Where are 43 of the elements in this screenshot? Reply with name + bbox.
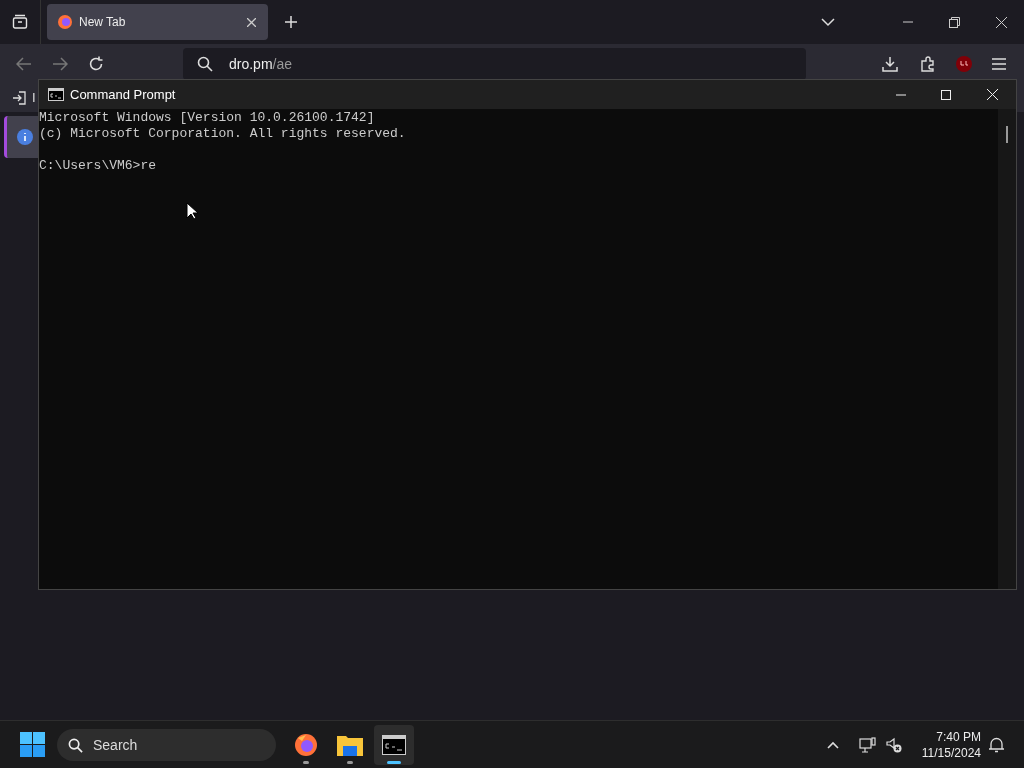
clock-time[interactable]: 7:40 PM — [936, 728, 981, 745]
forward-icon[interactable] — [52, 57, 68, 71]
window-title: Command Prompt — [70, 85, 176, 104]
taskbar-app[interactable] — [374, 724, 414, 765]
info-icon — [17, 129, 33, 145]
download-icon[interactable] — [882, 56, 898, 72]
search-icon — [197, 56, 213, 72]
start-icon[interactable] — [20, 732, 45, 757]
close-icon[interactable] — [247, 17, 256, 27]
url-text: dro.pm/ae — [229, 54, 293, 74]
chevron-up-icon[interactable] — [826, 740, 839, 749]
maximize-icon[interactable] — [941, 89, 951, 100]
chevron-down-icon[interactable] — [821, 17, 835, 27]
muted-speaker-icon[interactable] — [885, 736, 902, 753]
tab-title: New Tab — [79, 14, 127, 31]
menu-icon[interactable] — [992, 58, 1006, 70]
restore-icon[interactable] — [949, 16, 960, 28]
bell-icon[interactable] — [989, 736, 1004, 753]
scrollbar[interactable] — [998, 109, 1016, 589]
search-icon — [68, 737, 83, 753]
address-bar[interactable]: dro.pm/ae — [183, 48, 806, 80]
browser-tab[interactable]: New Tab — [47, 4, 268, 40]
mouse-cursor-icon — [186, 202, 198, 220]
close-icon[interactable] — [996, 16, 1007, 28]
console-line: (c) Microsoft Corporation. All rights reserved. — [39, 126, 407, 142]
command-line: C:\Users\VM6>re — [39, 158, 158, 174]
shield-icon[interactable] — [956, 56, 972, 72]
console-icon — [48, 88, 64, 101]
taskbar-search[interactable]: Search — [57, 728, 276, 761]
fox-icon — [294, 732, 318, 757]
reload-icon[interactable] — [88, 56, 104, 72]
sign-in-icon[interactable] — [12, 91, 26, 105]
console-line: Microsoft Windows [Version 10.0.26100.1742] — [39, 110, 376, 126]
console-icon — [382, 734, 406, 755]
fox-icon — [57, 14, 73, 30]
puzzle-icon[interactable] — [920, 56, 936, 72]
bookmark-label[interactable]: I — [32, 88, 36, 108]
back-icon[interactable] — [16, 57, 32, 71]
folder-icon — [337, 733, 363, 756]
clock-date[interactable]: 11/15/2024 — [921, 744, 981, 761]
new-tab-icon[interactable] — [284, 15, 298, 29]
network-icon[interactable] — [858, 736, 876, 753]
tab-list-icon[interactable] — [12, 14, 28, 30]
